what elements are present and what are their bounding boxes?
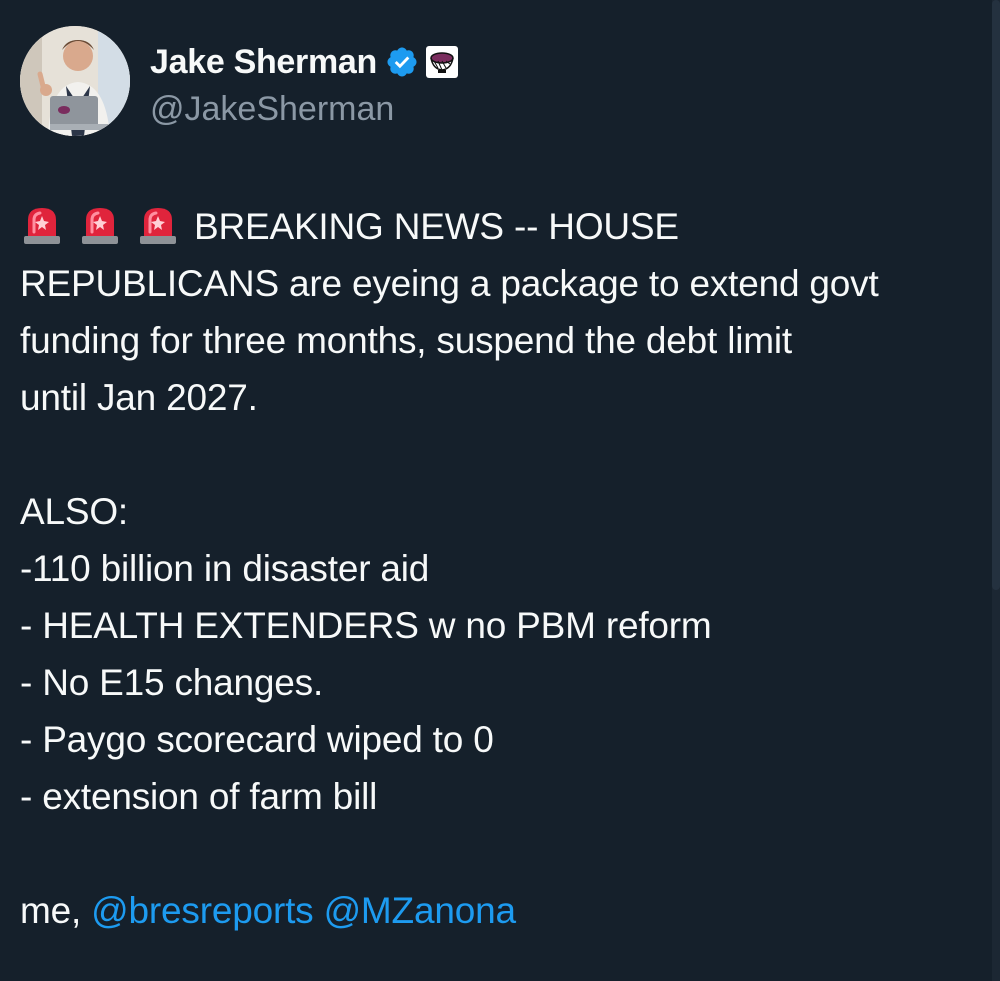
police-light-icon [20,202,64,246]
list-item: - No E15 changes. [20,662,324,703]
police-light-icon [136,202,180,246]
paragraph-break [20,426,990,483]
scrollbar-thumb[interactable] [992,0,1000,590]
list-item: - extension of farm bill [20,776,378,817]
verified-badge-icon[interactable] [385,45,419,79]
mention-link-bresreports[interactable]: @bresreports [91,890,313,931]
tweet-text: BREAKING NEWS -- HOUSE REPUBLICANS are e… [20,198,990,939]
headline-line-2: REPUBLICANS are eyeing a package to exte… [20,263,879,304]
author-handle[interactable]: @JakeSherman [150,90,459,129]
list-item: - HEALTH EXTENDERS w no PBM reform [20,605,712,646]
headline-line-1: BREAKING NEWS -- HOUSE [20,198,990,255]
list-title: ALSO: [20,491,128,532]
mention-link-mzanona[interactable]: @MZanona [324,890,516,931]
avatar[interactable] [20,26,130,136]
scrollbar[interactable] [992,0,1000,981]
tweet-header: Jake Sherman @JakeSherman [20,26,459,138]
credit-line: me, @bresreports @MZanona [20,882,990,939]
list-item: -110 billion in disaster aid [20,548,430,589]
tweet-card: Jake Sherman @JakeSherman BREAKING NEWS … [0,0,1000,981]
name-row: Jake Sherman [150,42,459,82]
paragraph-break [20,825,990,882]
headline-line-3: funding for three months, suspend the de… [20,320,792,361]
headline-text-1: BREAKING NEWS -- HOUSE [194,206,679,247]
punchbowl-news-logo-icon[interactable] [425,45,459,79]
author-identity: Jake Sherman @JakeSherman [150,42,459,129]
author-display-name[interactable]: Jake Sherman [150,43,377,82]
police-light-icon [78,202,122,246]
credit-prefix: me, [20,890,92,931]
headline-line-4: until Jan 2027. [20,377,258,418]
list-item: - Paygo scorecard wiped to 0 [20,719,494,760]
